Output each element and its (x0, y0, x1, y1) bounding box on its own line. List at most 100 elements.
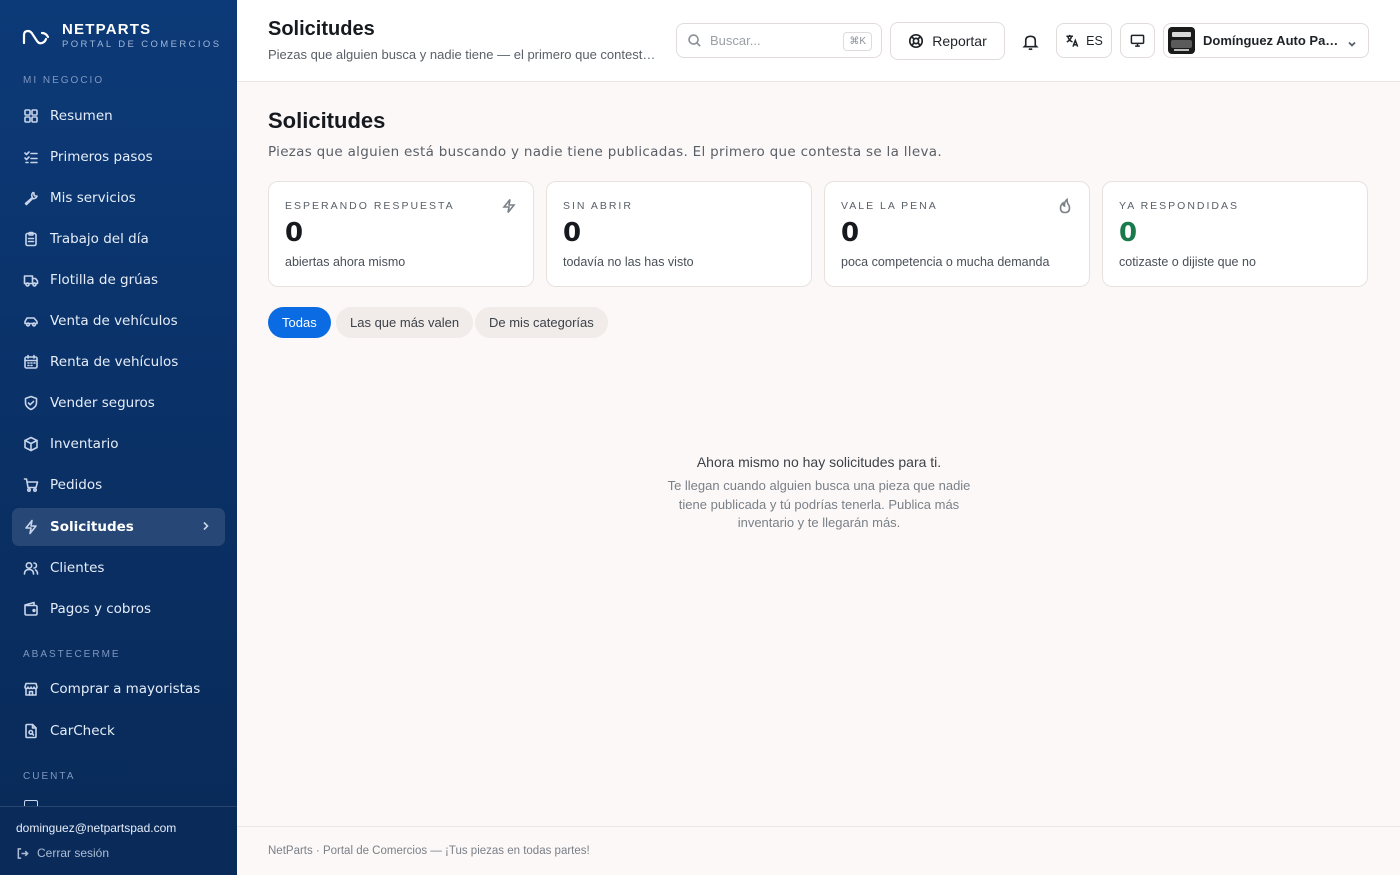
sidebar-item-label: Venta de vehículos (50, 313, 178, 329)
box-icon (23, 436, 39, 452)
display-mode-button[interactable] (1120, 23, 1155, 58)
sidebar: NETPARTS PORTAL DE COMERCIOS MI NEGOCIO … (0, 0, 237, 875)
sidebar-item-solicitudes[interactable]: Solicitudes (12, 508, 225, 546)
sidebar-item-label: Vender seguros (50, 395, 155, 411)
sidebar-item-carcheck[interactable]: CarCheck (12, 712, 225, 750)
sidebar-item-clientes[interactable]: Clientes (12, 549, 225, 587)
page-subtitle: Piezas que alguien está buscando y nadie… (268, 144, 942, 160)
filter-chip-las-que-mas-valen[interactable]: Las que más valen (336, 307, 474, 338)
filter-chip-de-mis-categorias[interactable]: De mis categorías (475, 307, 608, 338)
calendar-icon (23, 354, 39, 370)
sidebar-item-label: Clientes (50, 560, 105, 576)
checklist-icon (23, 149, 39, 165)
search-icon (688, 34, 701, 47)
wallet-icon (23, 601, 39, 617)
stat-card-value: 0 (841, 218, 860, 248)
sidebar-item-flotilla-de-gruas[interactable]: Flotilla de grúas (12, 261, 225, 299)
language-label: ES (1086, 33, 1103, 48)
sidebar-item-label: Comprar a mayoristas (50, 681, 201, 697)
account-menu[interactable]: Domínguez Auto Partes (1163, 23, 1369, 58)
car-icon (23, 313, 39, 329)
bolt-icon (501, 198, 517, 214)
users-icon (23, 560, 39, 576)
truck-icon (23, 272, 39, 288)
search-box[interactable]: ⌘K (676, 23, 882, 58)
sidebar-item-vender-seguros[interactable]: Vender seguros (12, 384, 225, 422)
brand-name: NETPARTS (62, 21, 152, 38)
sidebar-item-primeros-pasos[interactable]: Primeros pasos (12, 138, 225, 176)
brand-subtitle: PORTAL DE COMERCIOS (62, 39, 222, 50)
clipboard-icon (23, 231, 39, 247)
stat-card-description: abiertas ahora mismo (285, 255, 406, 269)
footer-text: NetParts · Portal de Comercios — ¡Tus pi… (268, 845, 590, 857)
stat-card-label: VALE LA PENA (841, 200, 938, 212)
brand[interactable]: NETPARTS PORTAL DE COMERCIOS (22, 22, 221, 51)
stat-card-esperando-respuesta: ESPERANDO RESPUESTA 0 abiertas ahora mis… (268, 181, 534, 287)
language-switcher[interactable]: ES (1056, 23, 1112, 58)
stat-card-label: ESPERANDO RESPUESTA (285, 200, 455, 212)
filter-chip-todas[interactable]: Todas (268, 307, 331, 338)
monitor-icon (1130, 34, 1145, 47)
report-button[interactable]: Reportar (890, 22, 1005, 60)
sidebar-item-pedidos[interactable]: Pedidos (12, 466, 225, 504)
search-input[interactable] (710, 33, 830, 48)
bell-icon (1021, 34, 1039, 50)
page-footer: NetParts · Portal de Comercios — ¡Tus pi… (237, 826, 1400, 875)
sidebar-item-pagos-y-cobros[interactable]: Pagos y cobros (12, 590, 225, 628)
sidebar-item-venta-de-vehiculos[interactable]: Venta de vehículos (12, 302, 225, 340)
bolt-icon (23, 519, 39, 535)
grid-icon (23, 108, 39, 124)
lifebuoy-icon (909, 33, 924, 49)
stat-card-value: 0 (285, 218, 304, 248)
search-shortcut-badge: ⌘K (843, 32, 872, 51)
stat-card-label: SIN ABRIR (563, 200, 633, 212)
shield-icon (23, 395, 39, 411)
header-title: Solicitudes (268, 18, 375, 40)
sidebar-item-resumen[interactable]: Resumen (12, 97, 225, 135)
store-icon (23, 681, 39, 697)
sidebar-item-trabajo-del-dia[interactable]: Trabajo del día (12, 220, 225, 258)
stat-card-value: 0 (1119, 218, 1138, 248)
stat-card-value: 0 (563, 218, 582, 248)
stat-card-sin-abrir: SIN ABRIR 0 todavía no las has visto (546, 181, 812, 287)
stat-card-vale-la-pena: VALE LA PENA 0 poca competencia o mucha … (824, 181, 1090, 287)
file-search-icon (23, 723, 39, 739)
sidebar-item-label: Primeros pasos (50, 149, 153, 165)
top-header: Solicitudes Piezas que alguien busca y n… (237, 0, 1400, 82)
logout-label: Cerrar sesión (37, 846, 110, 860)
sidebar-item-label: CarCheck (50, 723, 115, 739)
sidebar-item-comprar-a-mayoristas[interactable]: Comprar a mayoristas (12, 670, 225, 708)
sidebar-item-label: Resumen (50, 108, 113, 124)
empty-state-title: Ahora mismo no hay solicitudes para ti. (696, 454, 942, 470)
sidebar-item-label: Inventario (50, 436, 119, 452)
sidebar-item-label: Flotilla de grúas (50, 272, 159, 288)
empty-state-description: Te llegan cuando alguien busca una pieza… (667, 478, 971, 530)
account-name: Domínguez Auto Partes (1203, 33, 1343, 48)
netparts-logo-icon (22, 29, 50, 44)
stat-card-ya-respondidas: YA RESPONDIDAS 0 cotizaste o dijiste que… (1102, 181, 1368, 287)
user-email: dominguez@netpartspad.com (16, 821, 177, 835)
translate-icon (1066, 34, 1079, 47)
page-title: Solicitudes (268, 108, 386, 133)
sidebar-item-renta-de-vehiculos[interactable]: Renta de vehículos (12, 343, 225, 381)
chevron-down-icon (1346, 35, 1358, 54)
sidebar-item-label: Pagos y cobros (50, 601, 152, 617)
flame-icon (1057, 197, 1073, 214)
sidebar-item-inventario[interactable]: Inventario (12, 425, 225, 463)
sidebar-item-label: Trabajo del día (50, 231, 149, 247)
sidebar-item-label: Mis servicios (50, 190, 136, 206)
notifications-button[interactable] (1017, 28, 1043, 54)
report-label: Reportar (932, 33, 987, 49)
business-avatar (1168, 27, 1195, 54)
section-label-cuenta: CUENTA (23, 771, 76, 782)
stat-card-description: todavía no las has visto (563, 255, 694, 269)
logout-button[interactable]: Cerrar sesión (16, 846, 109, 860)
chevron-right-icon (199, 519, 213, 533)
section-label-mi-negocio: MI NEGOCIO (23, 75, 105, 86)
logout-icon (17, 847, 29, 859)
sidebar-item-mis-servicios[interactable]: Mis servicios (12, 179, 225, 217)
cart-icon (23, 477, 39, 493)
section-label-abastecerme: ABASTECERME (23, 649, 121, 660)
stat-card-description: cotizaste o dijiste que no (1119, 255, 1256, 269)
sidebar-footer: dominguez@netpartspad.com Cerrar sesión (0, 806, 237, 875)
